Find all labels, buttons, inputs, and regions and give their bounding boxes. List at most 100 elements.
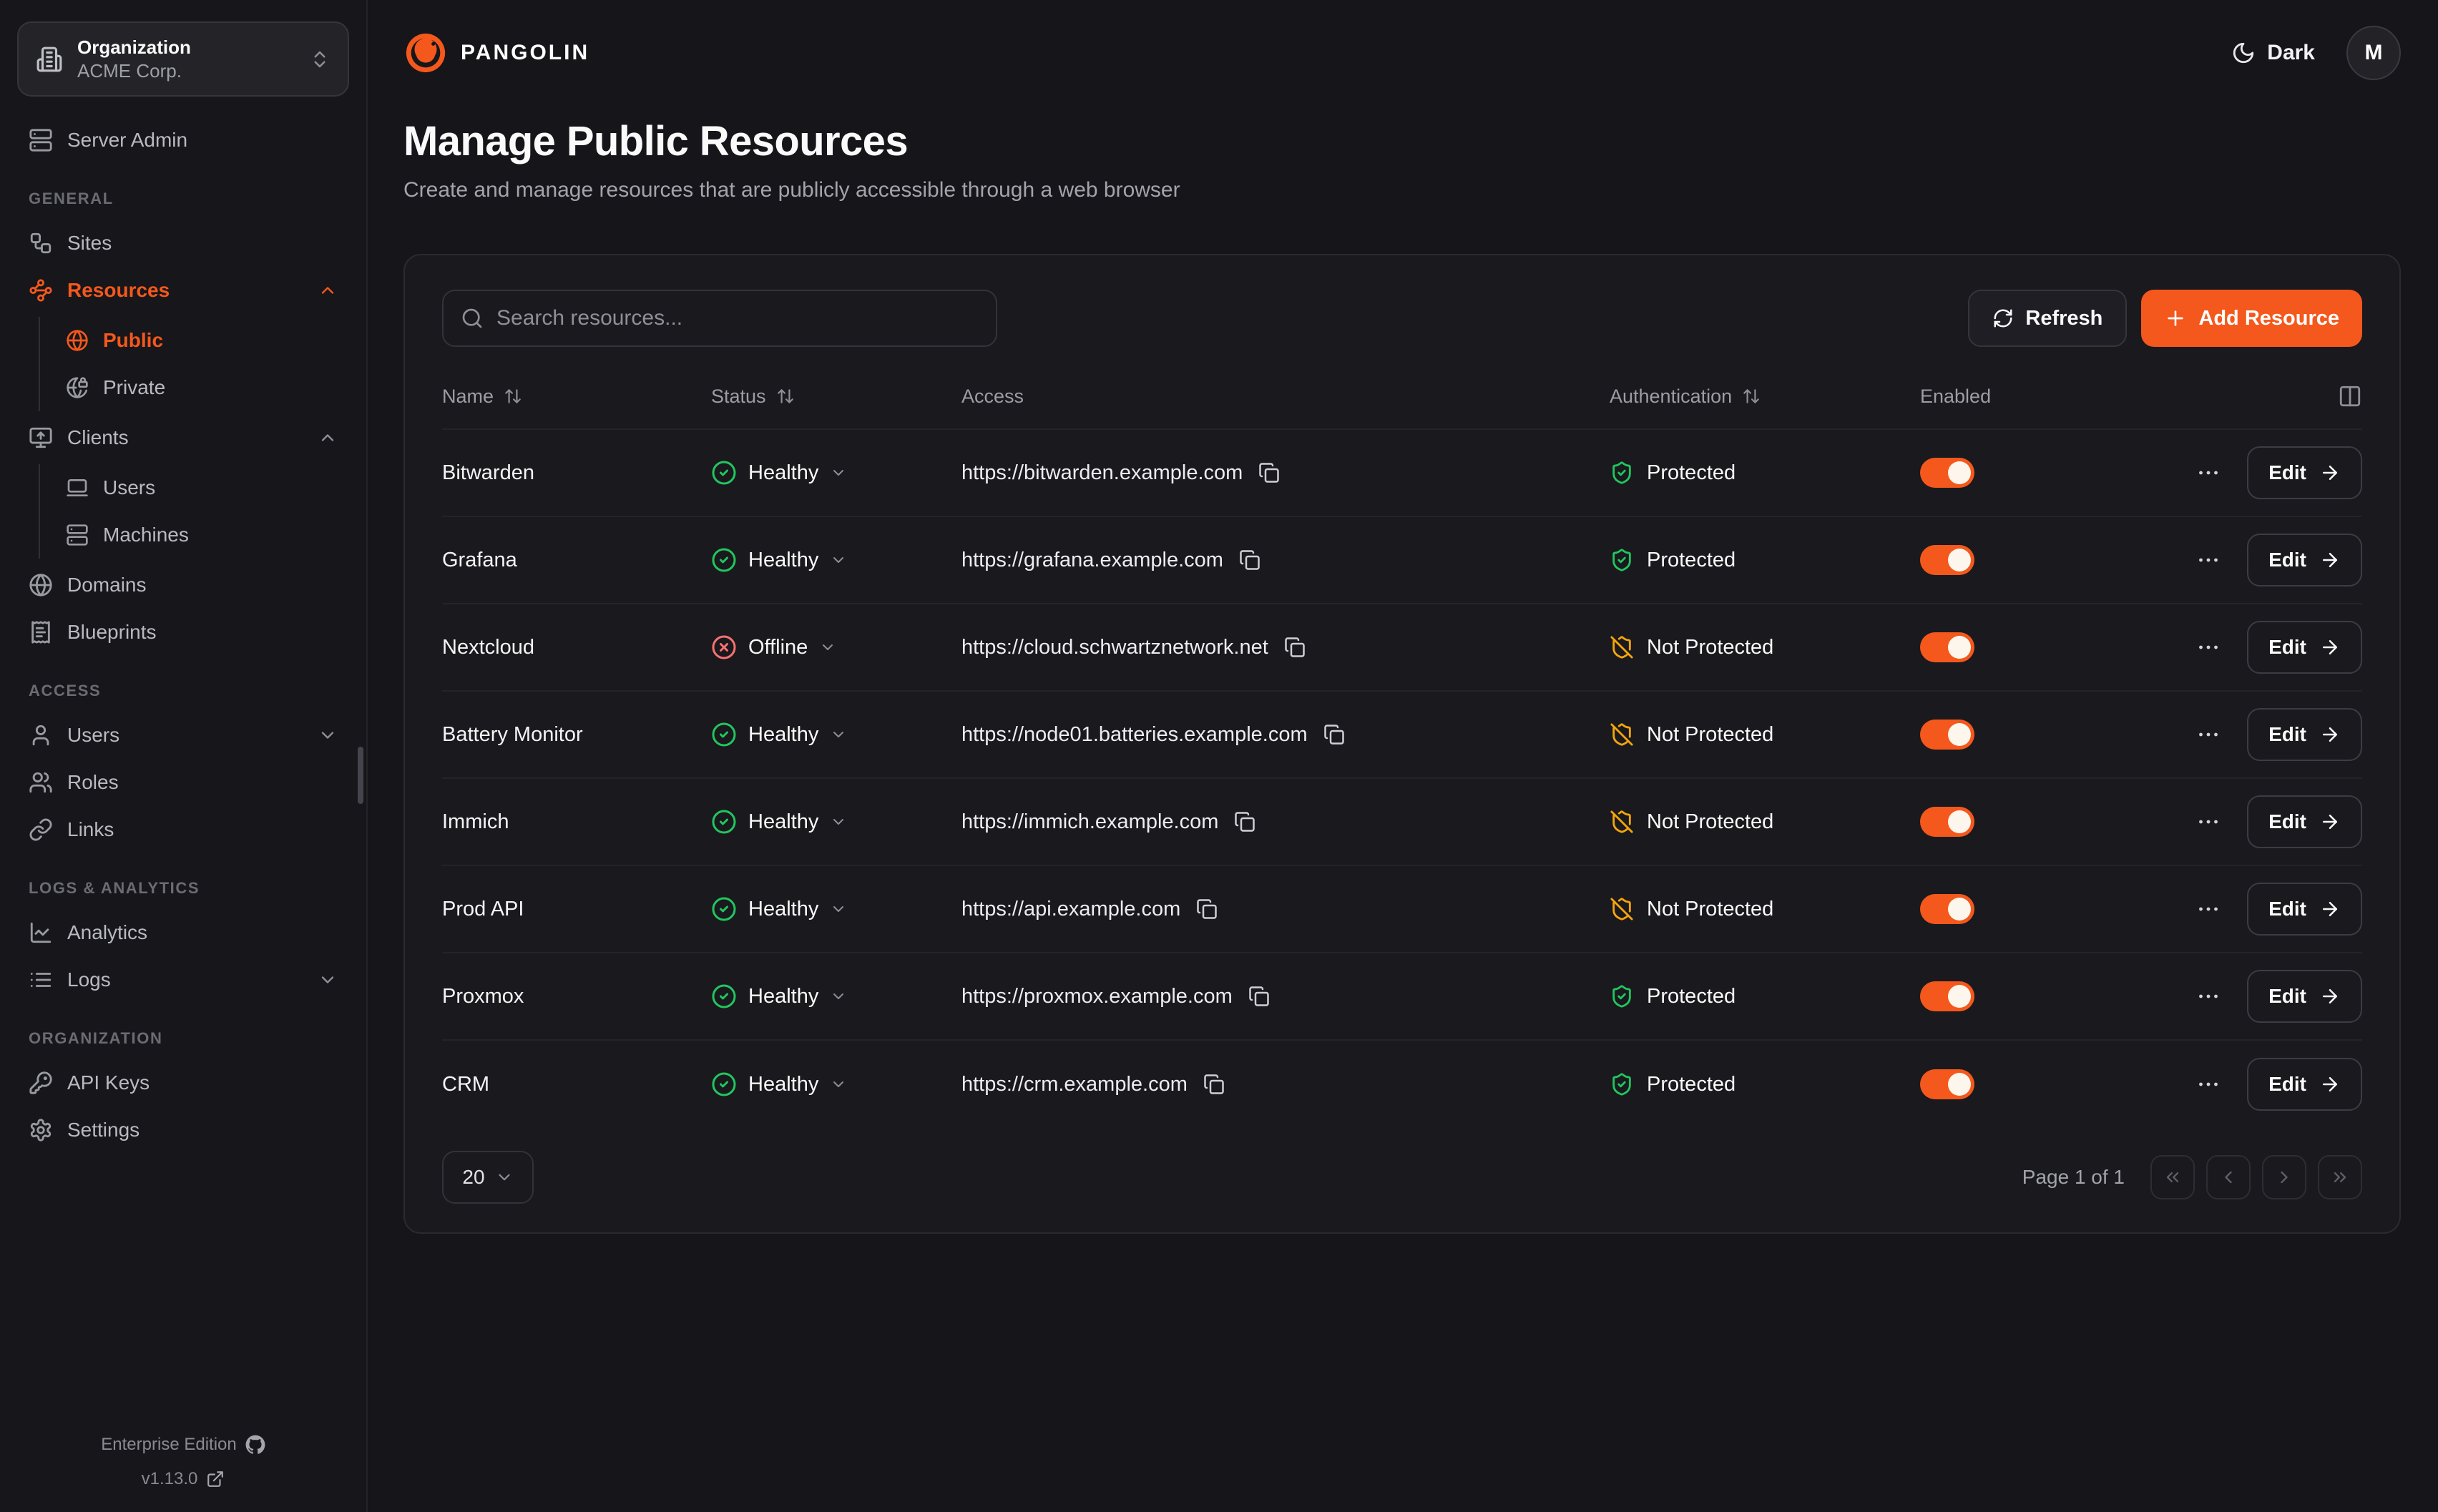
status-label: Healthy <box>748 810 818 834</box>
edit-button[interactable]: Edit <box>2247 446 2362 499</box>
search-input[interactable] <box>496 306 979 330</box>
row-menu-button[interactable] <box>2195 722 2221 747</box>
last-page-button[interactable] <box>2318 1155 2362 1199</box>
sidebar-item-server-admin[interactable]: Server Admin <box>17 117 349 164</box>
status-dropdown[interactable]: Healthy <box>711 547 961 573</box>
next-page-button[interactable] <box>2262 1155 2306 1199</box>
ellipsis-icon <box>2195 547 2221 573</box>
table-row: Battery Monitor Healthy https://node01.b… <box>442 692 2362 779</box>
status-dropdown[interactable]: Healthy <box>711 809 961 835</box>
avatar[interactable]: M <box>2346 26 2401 80</box>
enabled-toggle[interactable] <box>1920 720 1974 750</box>
sidebar-item-settings[interactable]: Settings <box>17 1106 349 1154</box>
brand-logo[interactable]: PANGOLIN <box>403 31 589 75</box>
copy-url-button[interactable] <box>1203 1074 1225 1095</box>
sidebar-item-resources[interactable]: Resources <box>17 267 349 314</box>
sidebar-item-api-keys[interactable]: API Keys <box>17 1059 349 1106</box>
sidebar-item-links[interactable]: Links <box>17 806 349 853</box>
enabled-toggle[interactable] <box>1920 458 1974 488</box>
sidebar-item-private[interactable]: Private <box>54 364 349 411</box>
page-size-select[interactable]: 20 <box>442 1151 534 1204</box>
ellipsis-icon <box>2195 722 2221 747</box>
edit-button[interactable]: Edit <box>2247 621 2362 674</box>
sidebar-item-machines[interactable]: Machines <box>54 511 349 559</box>
arrow-right-icon <box>2319 811 2341 833</box>
resource-name: Immich <box>442 810 711 834</box>
table-row: Prod API Healthy https://api.example.com <box>442 866 2362 953</box>
copy-url-button[interactable] <box>1323 724 1345 745</box>
sidebar-item-clients[interactable]: Clients <box>17 414 349 461</box>
columns-icon <box>2338 384 2362 408</box>
chevron-up-icon <box>318 428 338 448</box>
ellipsis-icon <box>2195 1071 2221 1097</box>
copy-url-button[interactable] <box>1248 986 1270 1007</box>
col-header-authentication[interactable]: Authentication <box>1610 386 1920 408</box>
pangolin-logo-icon <box>403 31 448 75</box>
enabled-toggle[interactable] <box>1920 545 1974 575</box>
status-dropdown[interactable]: Healthy <box>711 983 961 1009</box>
sidebar-item-client-users[interactable]: Users <box>54 464 349 511</box>
sidebar-scrollbar[interactable] <box>358 747 363 804</box>
enabled-toggle[interactable] <box>1920 981 1974 1011</box>
prev-page-button[interactable] <box>2206 1155 2251 1199</box>
edit-button[interactable]: Edit <box>2247 708 2362 761</box>
receipt-icon <box>29 620 53 644</box>
copy-url-button[interactable] <box>1239 549 1260 571</box>
sidebar-item-roles[interactable]: Roles <box>17 759 349 806</box>
status-dropdown[interactable]: Healthy <box>711 460 961 486</box>
edit-button[interactable]: Edit <box>2247 970 2362 1023</box>
enabled-toggle[interactable] <box>1920 632 1974 662</box>
resource-name: Grafana <box>442 549 711 572</box>
github-icon[interactable] <box>245 1435 265 1455</box>
sidebar-item-public[interactable]: Public <box>54 317 349 364</box>
sidebar-item-users[interactable]: Users <box>17 712 349 759</box>
topbar: PANGOLIN Dark M <box>403 0 2401 89</box>
sidebar-item-logs[interactable]: Logs <box>17 956 349 1003</box>
ellipsis-icon <box>2195 809 2221 835</box>
chevron-left-icon <box>2218 1167 2238 1187</box>
auth-label: Not Protected <box>1647 810 1773 834</box>
col-header-name[interactable]: Name <box>442 386 711 408</box>
status-dropdown[interactable]: Healthy <box>711 1071 961 1097</box>
shield-check-icon <box>1610 461 1634 485</box>
copy-url-button[interactable] <box>1284 637 1306 658</box>
edit-button[interactable]: Edit <box>2247 1058 2362 1111</box>
row-menu-button[interactable] <box>2195 1071 2221 1097</box>
resource-name: Battery Monitor <box>442 723 711 747</box>
col-header-status[interactable]: Status <box>711 386 961 408</box>
status-dropdown[interactable]: Healthy <box>711 896 961 922</box>
chevron-down-icon <box>495 1168 514 1187</box>
status-dropdown[interactable]: Offline <box>711 634 961 660</box>
enabled-toggle[interactable] <box>1920 807 1974 837</box>
sidebar-item-domains[interactable]: Domains <box>17 561 349 609</box>
theme-toggle[interactable]: Dark <box>2231 41 2315 65</box>
sidebar-item-sites[interactable]: Sites <box>17 220 349 267</box>
edit-button[interactable]: Edit <box>2247 883 2362 936</box>
copy-url-button[interactable] <box>1258 462 1280 483</box>
org-selector[interactable]: Organization ACME Corp. <box>17 21 349 97</box>
first-page-button[interactable] <box>2150 1155 2195 1199</box>
sidebar-item-blueprints[interactable]: Blueprints <box>17 609 349 656</box>
copy-url-button[interactable] <box>1234 811 1255 833</box>
row-menu-button[interactable] <box>2195 809 2221 835</box>
add-resource-button[interactable]: Add Resource <box>2141 290 2362 347</box>
row-menu-button[interactable] <box>2195 460 2221 486</box>
chevron-down-icon <box>318 725 338 745</box>
row-menu-button[interactable] <box>2195 634 2221 660</box>
sidebar-footer: Enterprise Edition v1.13.0 <box>17 1420 349 1495</box>
edit-button[interactable]: Edit <box>2247 795 2362 848</box>
enabled-toggle[interactable] <box>1920 1069 1974 1099</box>
status-dropdown[interactable]: Healthy <box>711 722 961 747</box>
row-menu-button[interactable] <box>2195 896 2221 922</box>
copy-url-button[interactable] <box>1196 898 1218 920</box>
globe-icon <box>66 329 89 352</box>
external-link-icon[interactable] <box>206 1470 225 1488</box>
row-menu-button[interactable] <box>2195 983 2221 1009</box>
column-settings-button[interactable] <box>2120 384 2362 408</box>
sidebar-item-analytics[interactable]: Analytics <box>17 909 349 956</box>
refresh-button[interactable]: Refresh <box>1968 290 2127 347</box>
edit-button[interactable]: Edit <box>2247 534 2362 586</box>
enabled-toggle[interactable] <box>1920 894 1974 924</box>
row-menu-button[interactable] <box>2195 547 2221 573</box>
status-label: Healthy <box>748 549 818 572</box>
